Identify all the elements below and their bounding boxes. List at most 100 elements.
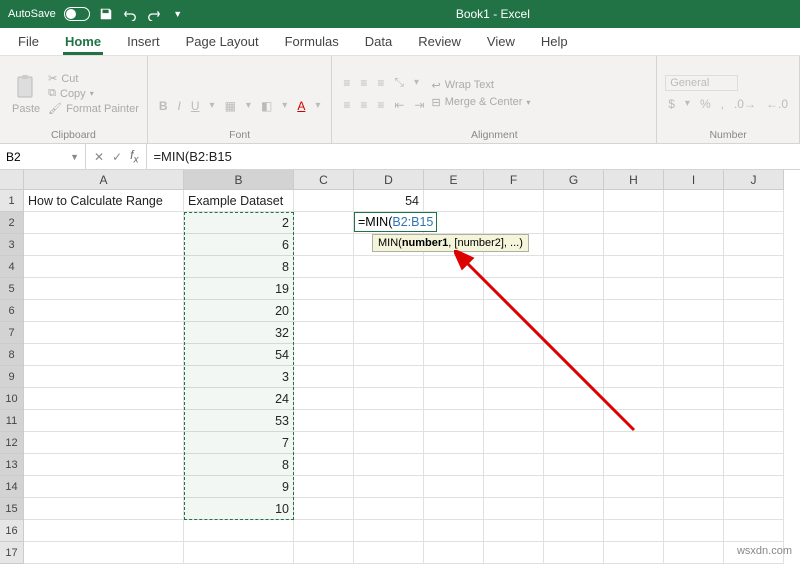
paste-button[interactable]: Paste (8, 71, 44, 117)
cell-C15[interactable] (294, 498, 354, 520)
cell-D5[interactable] (354, 278, 424, 300)
cell-C16[interactable] (294, 520, 354, 542)
cell-B12[interactable]: 7 (184, 432, 294, 454)
cell-B17[interactable] (184, 542, 294, 564)
cell-F9[interactable] (484, 366, 544, 388)
cancel-icon[interactable]: ✕ (94, 150, 104, 164)
fill-dropdown-icon[interactable]: ▾ (279, 98, 290, 113)
cell-I13[interactable] (664, 454, 724, 476)
cell-F5[interactable] (484, 278, 544, 300)
font-color-dropdown-icon[interactable]: ▾ (312, 98, 323, 113)
cell-A14[interactable] (24, 476, 184, 498)
cell-J2[interactable] (724, 212, 784, 234)
cell-F10[interactable] (484, 388, 544, 410)
cell-C1[interactable] (294, 190, 354, 212)
cell-E4[interactable] (424, 256, 484, 278)
cell-C6[interactable] (294, 300, 354, 322)
cell-J12[interactable] (724, 432, 784, 454)
italic-button[interactable]: I (175, 97, 184, 115)
cell-F15[interactable] (484, 498, 544, 520)
cell-I16[interactable] (664, 520, 724, 542)
align-right-button[interactable]: ≡ (374, 96, 387, 114)
row-header-6[interactable]: 6 (0, 300, 24, 322)
cell-A12[interactable] (24, 432, 184, 454)
underline-button[interactable]: U (188, 97, 203, 115)
accounting-format-button[interactable]: $ (665, 95, 678, 113)
cell-E8[interactable] (424, 344, 484, 366)
cell-C12[interactable] (294, 432, 354, 454)
cell-D12[interactable] (354, 432, 424, 454)
column-header-G[interactable]: G (544, 170, 604, 190)
cell-H6[interactable] (604, 300, 664, 322)
tab-review[interactable]: Review (406, 29, 473, 54)
cell-C2[interactable] (294, 212, 354, 234)
cell-D6[interactable] (354, 300, 424, 322)
cell-G3[interactable] (544, 234, 604, 256)
cell-H16[interactable] (604, 520, 664, 542)
cell-C3[interactable] (294, 234, 354, 256)
cell-H2[interactable] (604, 212, 664, 234)
cell-C8[interactable] (294, 344, 354, 366)
cell-D8[interactable] (354, 344, 424, 366)
cell-A6[interactable] (24, 300, 184, 322)
cell-E16[interactable] (424, 520, 484, 542)
cell-I1[interactable] (664, 190, 724, 212)
tab-help[interactable]: Help (529, 29, 580, 54)
cell-H3[interactable] (604, 234, 664, 256)
cell-H15[interactable] (604, 498, 664, 520)
cell-A9[interactable] (24, 366, 184, 388)
save-icon[interactable] (98, 6, 114, 22)
cell-H13[interactable] (604, 454, 664, 476)
cell-B9[interactable]: 3 (184, 366, 294, 388)
cell-F8[interactable] (484, 344, 544, 366)
cell-F17[interactable] (484, 542, 544, 564)
cell-editor[interactable]: =MIN(B2:B15 (354, 212, 437, 232)
cell-D11[interactable] (354, 410, 424, 432)
redo-icon[interactable] (146, 6, 162, 22)
cell-B14[interactable]: 9 (184, 476, 294, 498)
cell-F14[interactable] (484, 476, 544, 498)
cell-C7[interactable] (294, 322, 354, 344)
cell-C14[interactable] (294, 476, 354, 498)
cell-D17[interactable] (354, 542, 424, 564)
cell-I15[interactable] (664, 498, 724, 520)
cell-B4[interactable]: 8 (184, 256, 294, 278)
copy-button[interactable]: ⧉Copy▾ (48, 87, 139, 100)
cell-C10[interactable] (294, 388, 354, 410)
tab-home[interactable]: Home (53, 29, 113, 54)
cell-I2[interactable] (664, 212, 724, 234)
cell-J15[interactable] (724, 498, 784, 520)
cell-E6[interactable] (424, 300, 484, 322)
cell-H9[interactable] (604, 366, 664, 388)
cell-B3[interactable]: 6 (184, 234, 294, 256)
cell-A8[interactable] (24, 344, 184, 366)
row-header-5[interactable]: 5 (0, 278, 24, 300)
row-header-17[interactable]: 17 (0, 542, 24, 564)
cell-H1[interactable] (604, 190, 664, 212)
cell-G1[interactable] (544, 190, 604, 212)
cell-C17[interactable] (294, 542, 354, 564)
number-format-select[interactable]: General (665, 75, 738, 91)
cell-I14[interactable] (664, 476, 724, 498)
cell-E14[interactable] (424, 476, 484, 498)
cell-J9[interactable] (724, 366, 784, 388)
cell-G13[interactable] (544, 454, 604, 476)
cell-A7[interactable] (24, 322, 184, 344)
format-painter-button[interactable]: 🖌Format Painter (48, 102, 139, 115)
cell-J5[interactable] (724, 278, 784, 300)
font-color-button[interactable]: A (294, 97, 308, 115)
cell-G6[interactable] (544, 300, 604, 322)
tab-insert[interactable]: Insert (115, 29, 172, 54)
tab-formulas[interactable]: Formulas (273, 29, 351, 54)
cell-E1[interactable] (424, 190, 484, 212)
row-header-1[interactable]: 1 (0, 190, 24, 212)
name-box-dropdown-icon[interactable]: ▼ (70, 152, 79, 162)
cell-E15[interactable] (424, 498, 484, 520)
cell-B11[interactable]: 53 (184, 410, 294, 432)
cell-D14[interactable] (354, 476, 424, 498)
border-dropdown-icon[interactable]: ▾ (243, 98, 254, 113)
cell-A16[interactable] (24, 520, 184, 542)
customize-qat-icon[interactable]: ▼ (170, 6, 186, 22)
cell-F2[interactable] (484, 212, 544, 234)
cell-G16[interactable] (544, 520, 604, 542)
